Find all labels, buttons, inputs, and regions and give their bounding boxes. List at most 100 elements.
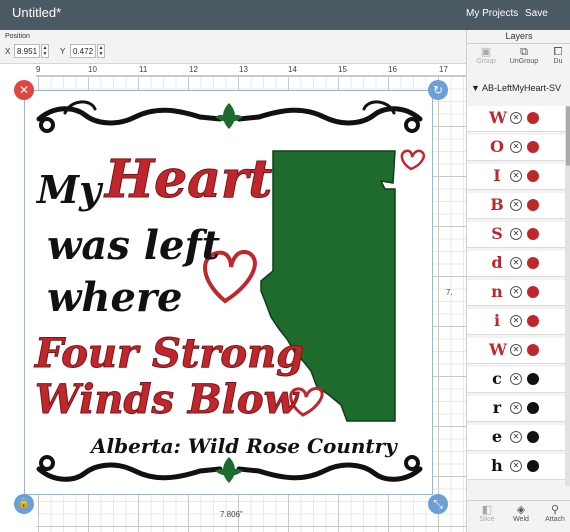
layer-row[interactable]: S ✕	[467, 222, 565, 248]
slice-button[interactable]: ◧ Slice	[475, 504, 499, 523]
layer-visibility-icon[interactable]: ✕	[510, 373, 522, 385]
attach-button[interactable]: ⚲ Attach	[541, 504, 569, 523]
layer-row[interactable]: B ✕	[467, 193, 565, 219]
layer-visibility-icon[interactable]: ✕	[510, 286, 522, 298]
group-button[interactable]: ▣ Group	[471, 46, 501, 65]
x-stepper[interactable]: ▲ ▼	[41, 44, 49, 58]
rotate-handle[interactable]: ↻	[428, 80, 448, 100]
layer-visibility-icon[interactable]: ✕	[510, 112, 522, 124]
duplicate-button[interactable]: ⧠ Du	[547, 46, 569, 65]
design-line3: where	[47, 274, 183, 321]
layer-row[interactable]: e ✕	[467, 425, 565, 451]
layer-thumbnail: W	[489, 108, 507, 127]
layer-visibility-icon[interactable]: ✕	[510, 344, 522, 356]
layer-visibility-icon[interactable]: ✕	[510, 228, 522, 240]
y-position-input[interactable]	[70, 44, 96, 58]
layer-visibility-icon[interactable]: ✕	[510, 170, 522, 182]
slice-icon: ◧	[481, 504, 493, 516]
layer-color-swatch[interactable]	[527, 402, 539, 414]
heart-outline-map	[400, 149, 426, 171]
design-line5: Winds Blow	[35, 376, 300, 423]
layer-color-swatch[interactable]	[527, 141, 539, 153]
layer-color-swatch[interactable]	[527, 170, 539, 182]
layer-color-swatch[interactable]	[527, 373, 539, 385]
scrollbar-thumb[interactable]	[566, 106, 570, 166]
layer-color-swatch[interactable]	[527, 431, 539, 443]
layer-visibility-icon[interactable]: ✕	[510, 460, 522, 472]
layer-color-swatch[interactable]	[527, 460, 539, 472]
delete-handle[interactable]: ✕	[14, 80, 34, 100]
ruler-tick: 14	[288, 65, 297, 74]
layer-color-swatch[interactable]	[527, 315, 539, 327]
ungroup-label: UnGroup	[509, 58, 539, 65]
design-line1-a: My	[35, 167, 104, 212]
layer-row[interactable]: O ✕	[467, 135, 565, 161]
layer-thumbnail: S	[491, 224, 503, 243]
layer-row[interactable]: r ✕	[467, 396, 565, 422]
lock-handle[interactable]: 🔒	[14, 494, 34, 514]
y-stepper[interactable]: ▲ ▼	[97, 44, 105, 58]
chevron-down-icon[interactable]: ▼	[471, 83, 480, 93]
layer-row[interactable]: d ✕	[467, 251, 565, 277]
layer-row[interactable]: c ✕	[467, 367, 565, 393]
layer-thumbnail: I	[493, 166, 501, 185]
design-line1-b: Heart	[103, 149, 272, 210]
layer-visibility-icon[interactable]: ✕	[510, 141, 522, 153]
save-button[interactable]: Save	[525, 8, 548, 19]
layer-color-swatch[interactable]	[527, 112, 539, 124]
layer-row[interactable]: I ✕	[467, 164, 565, 190]
layer-thumbnail: W	[489, 340, 507, 359]
layer-row[interactable]: W ✕	[467, 106, 565, 132]
close-icon: ✕	[18, 83, 30, 97]
y-label: Y	[60, 47, 66, 56]
layer-thumbnail: O	[490, 137, 504, 156]
layer-group-header[interactable]: ▼ AB-LeftMyHeart-SV	[471, 83, 561, 93]
ruler-tick: 9	[36, 65, 41, 74]
layer-visibility-icon[interactable]: ✕	[510, 315, 522, 327]
top-bar: Untitled* My Projects Save	[0, 0, 570, 30]
layer-color-swatch[interactable]	[527, 228, 539, 240]
layer-thumbnail: n	[491, 282, 503, 301]
layer-row[interactable]: i ✕	[467, 309, 565, 335]
design-svg: My Heart was left where Four Strong Wind…	[34, 100, 426, 483]
position-label: Position	[5, 33, 30, 40]
layer-row[interactable]: h ✕	[467, 454, 565, 480]
layer-thumbnail: e	[491, 427, 503, 446]
layers-toolbar: ▣ Group ⧉ UnGroup ⧠ Du	[467, 46, 570, 72]
design-line2: was left	[47, 222, 221, 269]
layer-visibility-icon[interactable]: ✕	[510, 402, 522, 414]
attach-icon: ⚲	[550, 504, 560, 516]
ruler-tick: 16	[388, 65, 397, 74]
resize-handle[interactable]: ⤡	[428, 494, 448, 514]
ungroup-button[interactable]: ⧉ UnGroup	[507, 46, 541, 65]
layer-row[interactable]: W ✕	[467, 338, 565, 364]
layer-thumbnail: d	[491, 253, 503, 272]
weld-button[interactable]: ◈ Weld	[509, 504, 533, 523]
layer-thumbnail: h	[491, 456, 503, 475]
layer-visibility-icon[interactable]: ✕	[510, 431, 522, 443]
layer-row[interactable]: n ✕	[467, 280, 565, 306]
layer-color-swatch[interactable]	[527, 344, 539, 356]
layers-header: Layers	[467, 30, 570, 44]
x-position-input[interactable]	[14, 44, 40, 58]
layer-group-name: AB-LeftMyHeart-SV	[481, 83, 561, 93]
layer-visibility-icon[interactable]: ✕	[510, 199, 522, 211]
weld-icon: ◈	[516, 504, 526, 516]
height-dimension: 7.	[446, 288, 453, 297]
design-artwork[interactable]: My Heart was left where Four Strong Wind…	[24, 90, 433, 495]
ungroup-icon: ⧉	[520, 46, 528, 58]
layer-visibility-icon[interactable]: ✕	[510, 257, 522, 269]
layer-color-swatch[interactable]	[527, 199, 539, 211]
layer-thumbnail: c	[492, 369, 502, 388]
my-projects-button[interactable]: My Projects	[466, 8, 518, 19]
ruler-tick: 11	[139, 65, 148, 74]
layer-color-swatch[interactable]	[527, 286, 539, 298]
layers-scrollbar[interactable]	[565, 106, 570, 486]
attach-label: Attach	[545, 516, 565, 523]
layers-bottom-toolbar: ◧ Slice ◈ Weld ⚲ Attach	[467, 500, 570, 532]
layer-color-swatch[interactable]	[527, 257, 539, 269]
document-title: Untitled*	[12, 5, 62, 20]
layers-panel: Layers ▣ Group ⧉ UnGroup ⧠ Du ▼ AB-LeftM…	[466, 30, 570, 532]
rotate-icon: ↻	[432, 83, 444, 97]
resize-icon: ⤡	[433, 497, 443, 511]
